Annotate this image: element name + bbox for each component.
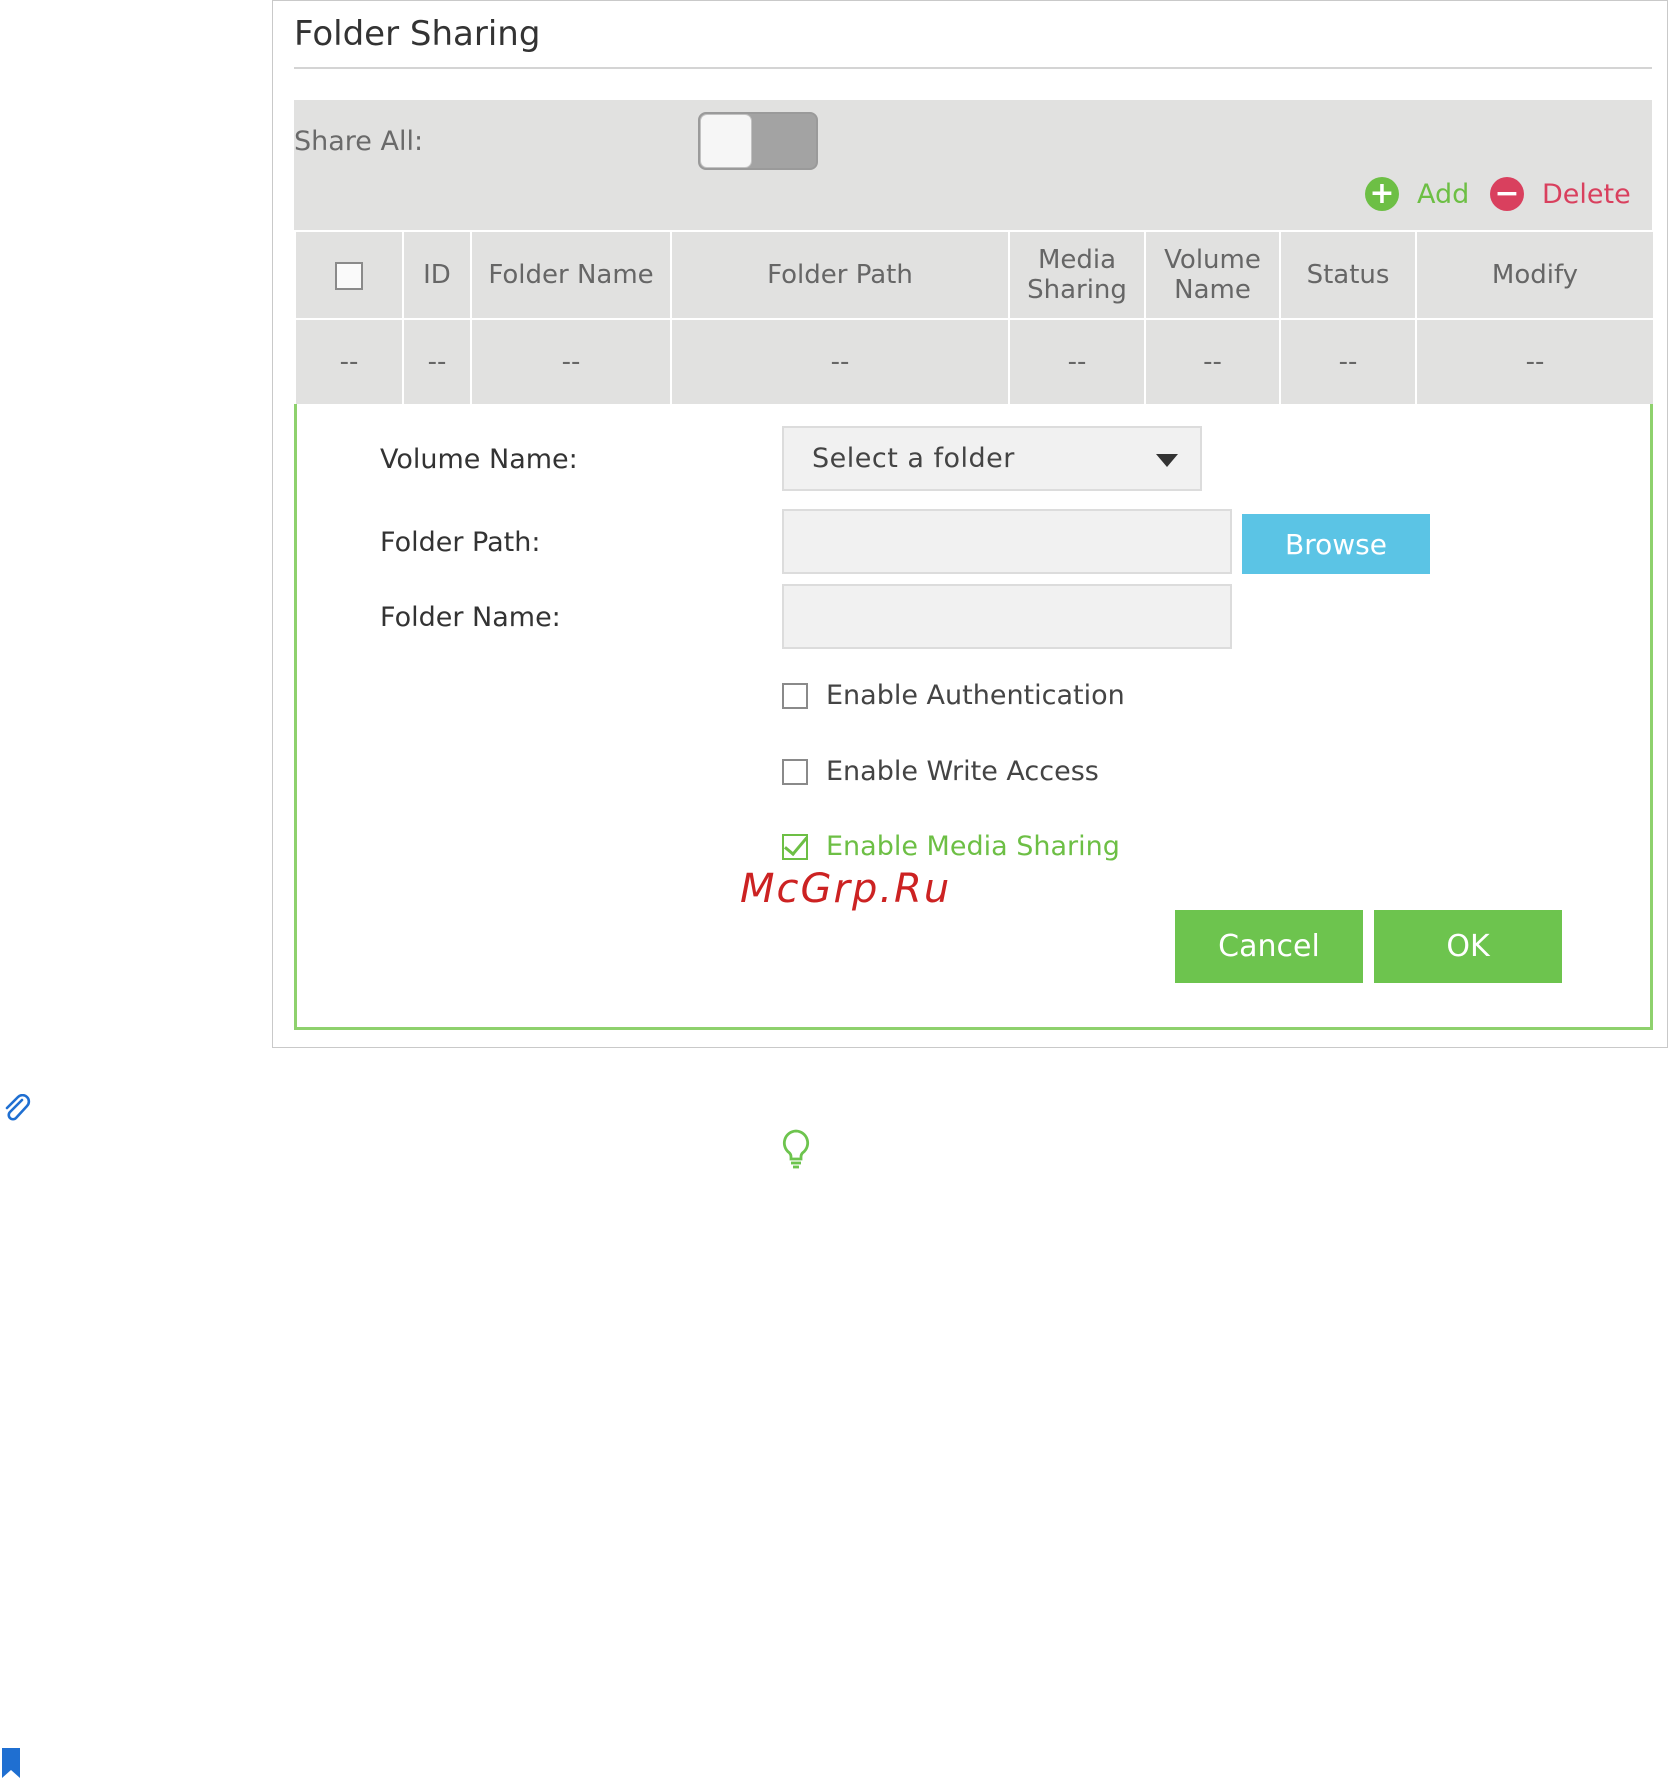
folder-name-label: Folder Name: (380, 602, 561, 633)
cancel-button[interactable]: Cancel (1175, 910, 1363, 983)
enable-write-access-label: Enable Write Access (826, 756, 1099, 787)
table-header-row: ID Folder Name Folder Path Media Sharing… (294, 230, 1655, 320)
volume-select-value: Select a folder (812, 443, 1015, 474)
select-all-cell[interactable] (294, 230, 404, 320)
volume-name-select[interactable]: Select a folder (782, 426, 1202, 491)
table-cell: -- (470, 318, 672, 406)
watermark-text: McGrp.Ru (740, 866, 952, 912)
table-cell: -- (294, 318, 404, 406)
add-label: Add (1417, 178, 1470, 210)
col-header-status: Status (1279, 230, 1417, 320)
media-line-2: Sharing (1027, 275, 1127, 305)
enable-media-sharing-checkbox[interactable]: Enable Media Sharing (782, 831, 1120, 862)
ok-button[interactable]: OK (1374, 910, 1562, 983)
browse-button[interactable]: Browse (1242, 514, 1430, 574)
col-header-media-sharing: Media Sharing (1008, 230, 1146, 320)
folder-name-field[interactable] (782, 584, 1232, 649)
volume-name-label: Volume Name: (380, 444, 578, 475)
paperclip-icon (2, 1093, 32, 1128)
enable-write-access-checkbox[interactable]: Enable Write Access (782, 756, 1099, 787)
media-line-1: Media (1037, 245, 1117, 275)
toggle-knob (700, 114, 752, 168)
col-header-modify: Modify (1415, 230, 1655, 320)
col-header-folder-path: Folder Path (670, 230, 1010, 320)
select-all-checkbox[interactable] (335, 261, 363, 290)
table-cell: -- (1144, 318, 1281, 406)
table-cell: -- (1279, 318, 1417, 406)
table-cell: -- (670, 318, 1010, 406)
page-title: Folder Sharing (294, 14, 541, 54)
bookmark-icon (0, 1748, 22, 1784)
volume-line-1: Volume (1164, 245, 1261, 275)
enable-media-sharing-label: Enable Media Sharing (826, 831, 1120, 862)
lightbulb-icon (780, 1128, 812, 1174)
table-cell: -- (1415, 318, 1655, 406)
checkbox-box[interactable] (782, 758, 808, 785)
table-cell: -- (402, 318, 472, 406)
share-all-label: Share All: (294, 126, 424, 157)
minus-circle-icon: − (1490, 177, 1524, 211)
folder-path-field[interactable] (782, 509, 1232, 574)
col-header-folder-name: Folder Name (470, 230, 672, 320)
enable-authentication-checkbox[interactable]: Enable Authentication (782, 680, 1125, 711)
enable-authentication-label: Enable Authentication (826, 680, 1125, 711)
add-button[interactable]: + Add (1365, 176, 1469, 212)
delete-button[interactable]: − Delete (1490, 176, 1631, 212)
folder-path-label: Folder Path: (380, 527, 541, 558)
title-divider (294, 67, 1652, 69)
col-header-volume-name: Volume Name (1144, 230, 1281, 320)
share-all-toggle[interactable] (698, 112, 818, 170)
caret-down-icon (1156, 454, 1178, 467)
delete-label: Delete (1542, 178, 1631, 210)
checkbox-box[interactable] (782, 682, 808, 709)
table-cell: -- (1008, 318, 1146, 406)
col-header-id: ID (402, 230, 472, 320)
plus-circle-icon: + (1365, 177, 1399, 211)
table-row: -- -- -- -- -- -- -- -- (294, 318, 1655, 406)
volume-line-2: Name (1174, 275, 1251, 305)
folder-table: ID Folder Name Folder Path Media Sharing… (294, 230, 1655, 406)
checkbox-box-checked[interactable] (782, 833, 808, 860)
